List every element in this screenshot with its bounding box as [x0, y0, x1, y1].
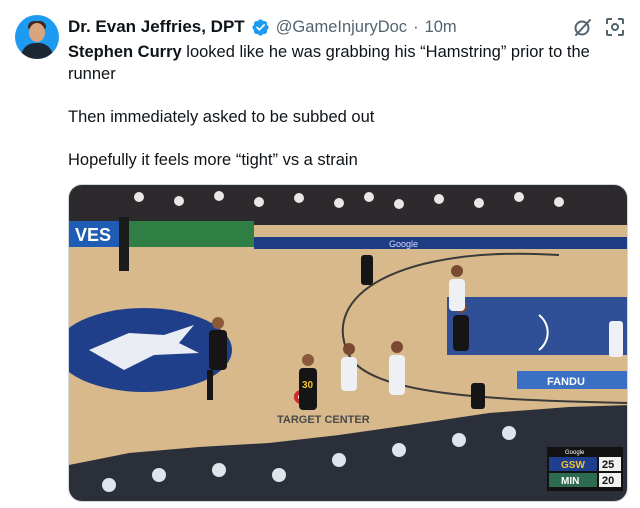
scorebug-team1: GSW	[561, 460, 585, 471]
scorebug-brand: Google	[565, 450, 585, 456]
author-name[interactable]: Dr. Evan Jeffries, DPT	[68, 17, 245, 37]
jersey-number: 30	[302, 380, 314, 391]
verified-badge-icon[interactable]	[251, 18, 270, 37]
scorebug-score1: 25	[602, 459, 614, 471]
paint-right	[447, 297, 627, 355]
tweet-line-1: Stephen Curry looked like he was grabbin…	[68, 43, 590, 83]
crowd-top	[69, 185, 627, 225]
baseline-ad-text: Google	[389, 239, 418, 249]
focus-frame-icon[interactable]	[604, 16, 626, 38]
avatar[interactable]	[15, 15, 59, 59]
mentioned-player: Stephen Curry	[68, 43, 182, 61]
tweet-text: Stephen Curry looked like he was grabbin…	[68, 41, 624, 171]
scorebug-score2: 20	[602, 475, 614, 487]
grok-slash-icon[interactable]	[572, 16, 594, 38]
ad-board-right	[254, 237, 627, 249]
scorebug: Google GSW MIN 25 20	[547, 447, 623, 491]
author-handle[interactable]: @GameInjuryDoc	[276, 18, 407, 37]
svg-text:FANDU: FANDU	[547, 376, 585, 388]
scorebug-team2: MIN	[561, 476, 579, 487]
tweet-line-2: Then immediately asked to be subbed out	[68, 108, 375, 126]
ad-board-text: VES	[75, 225, 111, 245]
court-logo-text: TARGET CENTER	[277, 414, 370, 426]
tweet-top-actions	[572, 16, 626, 38]
tweet-line-3: Hopefully it feels more “tight” vs a str…	[68, 151, 358, 169]
tweet-media-image[interactable]: VES Google FANDU TARGET CENTER 30 Google…	[68, 184, 628, 502]
separator-dot: ·	[413, 17, 419, 36]
tweet-card: Dr. Evan Jeffries, DPT @GameInjuryDoc · …	[0, 0, 640, 508]
tweet-header: Dr. Evan Jeffries, DPT @GameInjuryDoc · …	[68, 16, 457, 38]
timestamp[interactable]: 10m	[425, 18, 457, 37]
